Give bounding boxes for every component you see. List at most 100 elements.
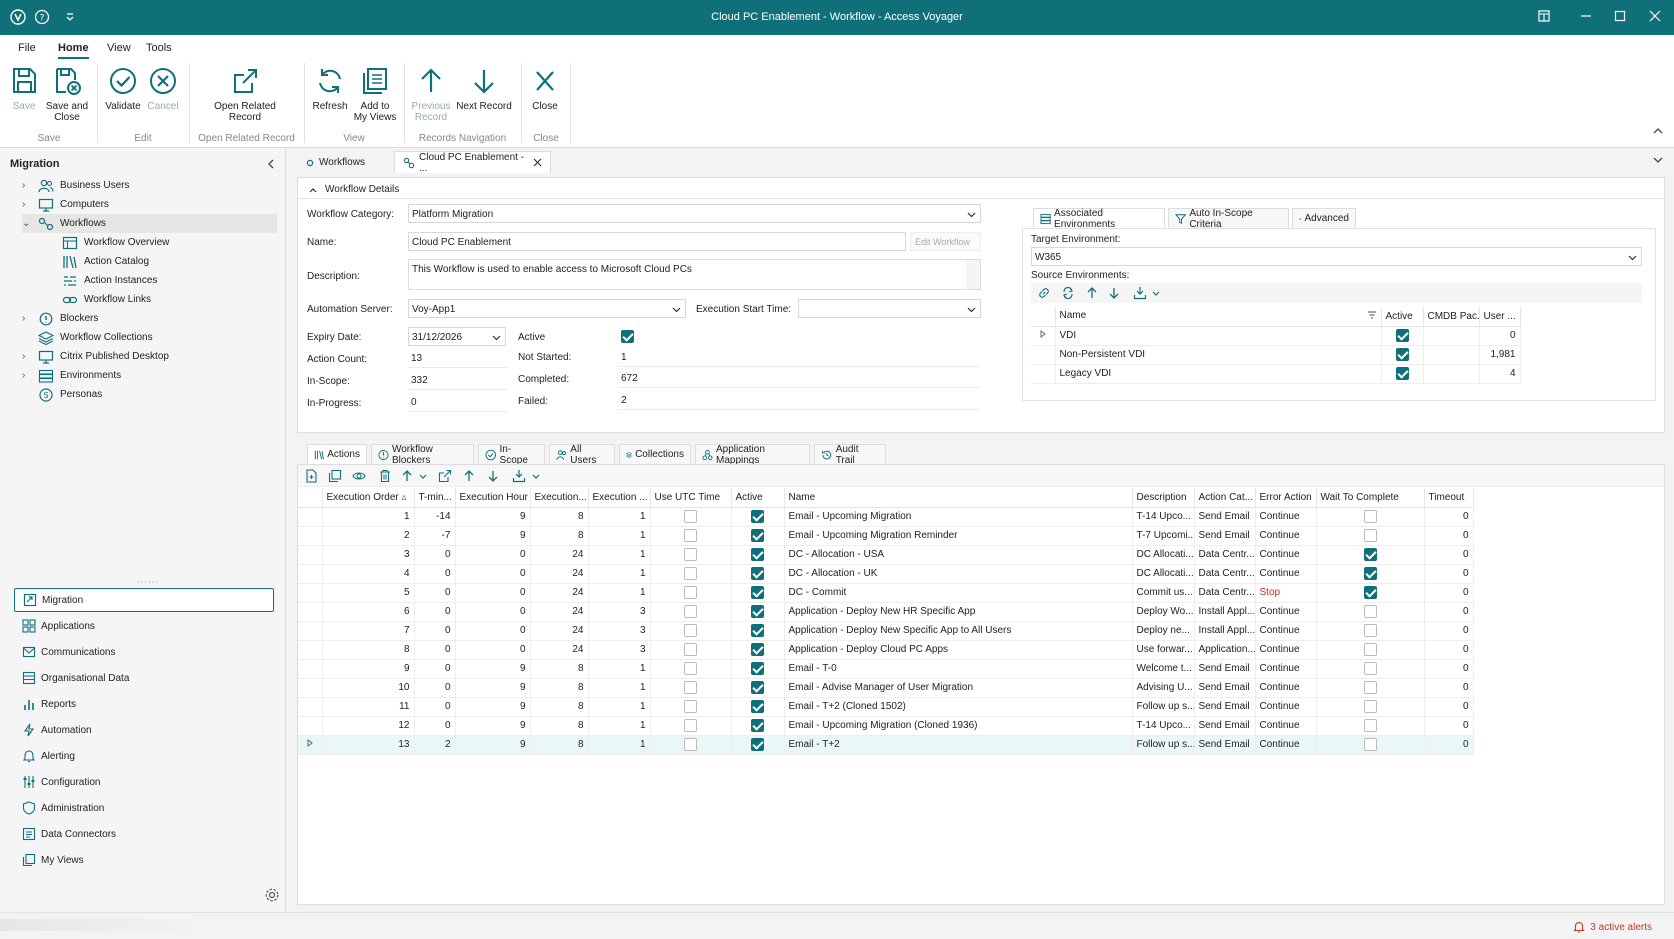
add-to-my-views-button[interactable]: Add to My Views — [352, 65, 398, 123]
window-close-icon[interactable] — [1648, 9, 1664, 25]
row-active-checkbox[interactable] — [751, 548, 764, 561]
column-header-wait-to-complete[interactable]: Wait To Complete — [1316, 488, 1425, 508]
link-icon[interactable] — [1037, 286, 1051, 300]
column-header-error-action[interactable]: Error Action — [1255, 488, 1317, 508]
arrow-up-icon[interactable] — [1085, 286, 1099, 300]
description-textarea[interactable]: This Workflow is used to enable access t… — [408, 259, 981, 290]
tab-in-scope[interactable]: In-Scope — [478, 444, 545, 466]
column-header-action-category[interactable]: Action Cat... — [1194, 488, 1256, 508]
use-utc-checkbox[interactable] — [684, 567, 697, 580]
name-input[interactable]: Cloud PC Enablement — [408, 232, 906, 251]
tab-workflow-blockers[interactable]: Workflow Blockers — [371, 444, 474, 466]
table-row[interactable]: 9 0 9 8 1 Email - T-0 Welcome t... Send Email Co… — [298, 659, 1474, 679]
save-and-close-button[interactable]: Save and Close — [44, 65, 90, 123]
tab-application-mappings[interactable]: Application Mappings — [695, 444, 810, 466]
row-active-checkbox[interactable] — [751, 738, 764, 751]
wait-to-complete-checkbox[interactable] — [1363, 605, 1377, 618]
restore-layout-icon[interactable] — [1537, 9, 1553, 25]
column-header-name[interactable]: Name — [784, 488, 1133, 508]
arrow-down-icon[interactable] — [1107, 286, 1121, 300]
table-row[interactable]: 6 0 0 24 3 Application - Deploy New HR Specif… — [298, 602, 1474, 622]
tab-collections[interactable]: Collections — [619, 444, 691, 464]
column-header-name[interactable]: Name — [1055, 307, 1382, 327]
table-row[interactable]: 3 0 0 24 1 DC - Allocation - USA DC Allocati..… — [298, 545, 1474, 565]
tree-item-workflow-collections[interactable]: Workflow Collections — [22, 328, 277, 347]
chevron-right-icon[interactable]: › — [22, 351, 34, 362]
splitter-grip[interactable]: ⋯⋯ — [137, 577, 159, 588]
relink-icon[interactable] — [1061, 286, 1075, 300]
expand-row-icon[interactable] — [1031, 326, 1056, 346]
use-utc-checkbox[interactable] — [684, 529, 697, 542]
row-active-checkbox[interactable] — [751, 605, 764, 618]
tree-item-action-instances[interactable]: Action Instances — [58, 271, 277, 290]
validate-button[interactable]: Validate — [104, 65, 142, 112]
view-icon[interactable] — [352, 469, 366, 483]
row-active-checkbox[interactable] — [751, 681, 764, 694]
wait-to-complete-checkbox[interactable] — [1363, 719, 1377, 732]
wait-to-complete-checkbox[interactable] — [1363, 681, 1377, 694]
use-utc-checkbox[interactable] — [684, 605, 697, 618]
maximize-icon[interactable] — [1613, 9, 1629, 25]
filter-icon[interactable] — [1367, 310, 1377, 323]
wait-to-complete-checkbox[interactable] — [1363, 624, 1377, 637]
open-related-record-button[interactable]: Open Related Record — [210, 65, 280, 123]
row-active-checkbox[interactable] — [751, 510, 764, 523]
tab-audit-trail[interactable]: Audit Trail — [814, 444, 886, 466]
workflow-category-select[interactable]: Platform Migration — [408, 204, 981, 223]
wait-to-complete-checkbox[interactable] — [1363, 643, 1377, 656]
nav-item-automation[interactable]: Automation — [14, 718, 274, 742]
column-header-use-utc-time[interactable]: Use UTC Time — [650, 488, 732, 508]
tab-auto-in-scope-criteria[interactable]: Auto In-Scope Criteria — [1168, 208, 1289, 230]
nav-item-organisational-data[interactable]: Organisational Data — [14, 666, 274, 690]
row-active-checkbox[interactable] — [751, 719, 764, 732]
tabs-overflow-chevron-icon[interactable] — [1652, 155, 1664, 165]
tree-item-citrix-published-desktop[interactable]: › Citrix Published Desktop — [22, 347, 277, 366]
collapse-ribbon-icon[interactable] — [1652, 126, 1664, 136]
row-active-checkbox[interactable] — [751, 567, 764, 580]
external-link-icon[interactable] — [438, 469, 452, 483]
export-icon[interactable] — [1133, 286, 1147, 300]
table-row[interactable]: 11 0 9 8 1 Email - T+2 (Cloned 1502) Follow up… — [298, 697, 1474, 717]
wait-to-complete-checkbox[interactable] — [1363, 738, 1377, 751]
cancel-button[interactable]: Cancel — [146, 65, 180, 112]
row-active-checkbox[interactable] — [1395, 367, 1409, 380]
active-checkbox[interactable] — [621, 330, 634, 343]
table-row[interactable]: Legacy VDI 4 — [1031, 364, 1521, 384]
nav-item-configuration[interactable]: Configuration — [14, 770, 274, 794]
tree-item-business-users[interactable]: › Business Users — [22, 176, 277, 195]
use-utc-checkbox[interactable] — [684, 624, 697, 637]
chevron-right-icon[interactable]: › — [22, 313, 34, 324]
row-active-checkbox[interactable] — [751, 662, 764, 675]
tree-item-personas[interactable]: S Personas — [22, 385, 277, 404]
column-header-cmdb[interactable]: CMDB Pac... — [1423, 307, 1480, 327]
tree-item-blockers[interactable]: › Blockers — [22, 309, 277, 328]
use-utc-checkbox[interactable] — [684, 548, 697, 561]
use-utc-checkbox[interactable] — [684, 700, 697, 713]
arrow-down-icon[interactable] — [486, 469, 500, 483]
arrow-up-icon[interactable] — [462, 469, 476, 483]
collapse-sidebar-icon[interactable] — [266, 158, 276, 170]
wait-to-complete-checkbox[interactable] — [1363, 586, 1377, 599]
minimize-icon[interactable] — [1579, 9, 1595, 25]
delete-icon[interactable] — [378, 469, 392, 483]
close-record-button[interactable]: Close — [529, 65, 561, 112]
previous-record-button[interactable]: Previous Record — [410, 65, 452, 123]
table-row[interactable]: 4 0 0 24 1 DC - Allocation - UK DC Allocati...… — [298, 564, 1474, 584]
close-tab-icon[interactable] — [533, 158, 542, 167]
chevron-right-icon[interactable]: › — [22, 370, 34, 381]
wait-to-complete-checkbox[interactable] — [1363, 548, 1377, 561]
chevron-right-icon[interactable]: › — [22, 199, 34, 210]
tree-item-action-catalog[interactable]: Action Catalog — [58, 252, 277, 271]
use-utc-checkbox[interactable] — [684, 586, 697, 599]
table-row[interactable]: 1 -14 9 8 1 Email - Upcoming Migration T-14 Up… — [298, 507, 1474, 527]
use-utc-checkbox[interactable] — [684, 510, 697, 523]
use-utc-checkbox[interactable] — [684, 719, 697, 732]
chevron-right-icon[interactable]: › — [22, 180, 34, 191]
table-row[interactable]: 2 -7 9 8 1 Email - Upcoming Migration Reminde… — [298, 526, 1474, 546]
table-row[interactable]: 12 0 9 8 1 Email - Upcoming Migration (Cloned… — [298, 716, 1474, 736]
nav-item-communications[interactable]: Communications — [14, 640, 274, 664]
column-header-active[interactable]: Active — [1381, 307, 1424, 327]
tab-actions[interactable]: Actions — [307, 444, 367, 464]
row-active-checkbox[interactable] — [1395, 348, 1409, 361]
tree-item-workflow-links[interactable]: Workflow Links — [58, 290, 277, 309]
